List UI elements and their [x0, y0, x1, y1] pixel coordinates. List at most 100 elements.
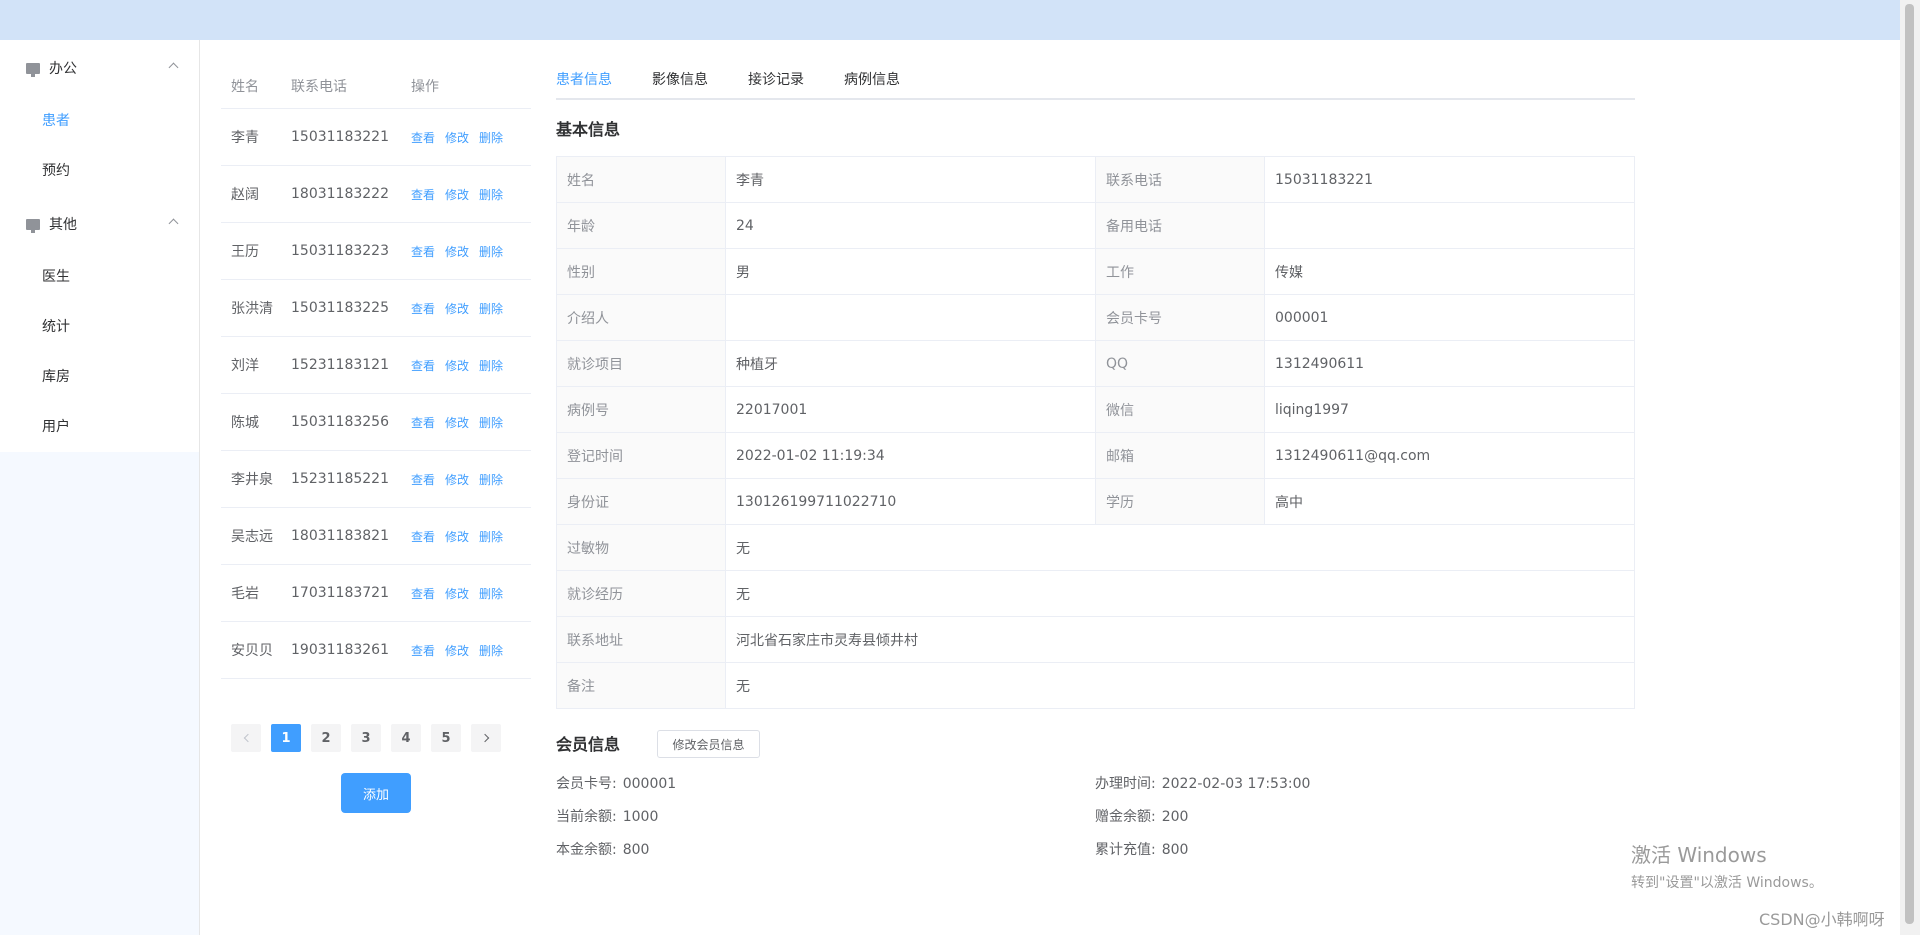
- info-label: 年龄: [556, 202, 726, 249]
- patient-name: 吴志远: [231, 529, 273, 545]
- edit-link[interactable]: 修改: [445, 300, 469, 317]
- info-row: 身份证 130126199711022710 学历 高中: [556, 478, 1635, 525]
- edit-link[interactable]: 修改: [445, 414, 469, 431]
- member-gift-label: 赠金余额:: [1095, 809, 1156, 825]
- info-row: 登记时间 2022-01-02 11:19:34 邮箱 1312490611@qq.c…: [556, 432, 1635, 479]
- add-patient-button[interactable]: 添加: [341, 773, 411, 813]
- patient-table: 姓名 联系电话 操作 李青 15031183221 查看 修改 删除 赵阔 18031183…: [221, 63, 531, 679]
- row-actions: 查看 修改 删除: [411, 471, 531, 488]
- page-3-button[interactable]: 3: [351, 724, 381, 752]
- submenu-other[interactable]: 其他: [0, 196, 199, 252]
- view-link[interactable]: 查看: [411, 642, 435, 659]
- edit-link[interactable]: 修改: [445, 528, 469, 545]
- info-value: 1312490611: [1264, 340, 1635, 387]
- view-link[interactable]: 查看: [411, 414, 435, 431]
- info-label: 联系电话: [1095, 156, 1265, 203]
- row-actions: 查看 修改 删除: [411, 186, 531, 203]
- patient-phone: 17031183721: [291, 585, 389, 601]
- edit-member-button[interactable]: 修改会员信息: [657, 730, 760, 758]
- edit-link[interactable]: 修改: [445, 243, 469, 260]
- page-4-button[interactable]: 4: [391, 724, 421, 752]
- sidebar-item-warehouse[interactable]: 库房: [0, 352, 199, 402]
- info-label: 邮箱: [1095, 432, 1265, 479]
- chevron-right-icon: [480, 733, 489, 743]
- patient-phone: 15231183121: [291, 357, 389, 373]
- tab-patient-info[interactable]: 患者信息: [556, 66, 612, 100]
- view-link[interactable]: 查看: [411, 243, 435, 260]
- patient-name: 李井泉: [231, 472, 273, 488]
- sidebar-item-doctor[interactable]: 医生: [0, 252, 199, 302]
- table-row: 赵阔 18031183222 查看 修改 删除: [221, 166, 531, 223]
- patient-phone: 15031183256: [291, 414, 389, 430]
- basic-info-title: 基本信息: [556, 120, 621, 139]
- info-label: 登记时间: [556, 432, 726, 479]
- delete-link[interactable]: 删除: [479, 528, 503, 545]
- top-header-bar: [0, 0, 1900, 40]
- sidebar-menu: 办公 患者 预约 其他 医生 统计 库房 用户: [0, 40, 199, 452]
- member-card-no: 会员卡号: 000001: [556, 773, 676, 793]
- info-value: 传媒: [1264, 248, 1635, 295]
- page-scrollbar[interactable]: [1900, 0, 1920, 935]
- view-link[interactable]: 查看: [411, 186, 435, 203]
- prev-page-button[interactable]: [231, 724, 261, 752]
- tab-visit-records[interactable]: 接诊记录: [748, 66, 804, 100]
- member-principal-value: 800: [622, 842, 650, 858]
- view-link[interactable]: 查看: [411, 357, 435, 374]
- view-link[interactable]: 查看: [411, 300, 435, 317]
- table-row: 吴志远 18031183821 查看 修改 删除: [221, 508, 531, 565]
- delete-link[interactable]: 删除: [479, 414, 503, 431]
- edit-link[interactable]: 修改: [445, 129, 469, 146]
- patient-name: 王历: [231, 244, 259, 260]
- delete-link[interactable]: 删除: [479, 300, 503, 317]
- info-row-wide: 就诊经历无: [556, 570, 1635, 617]
- view-link[interactable]: 查看: [411, 471, 435, 488]
- edit-link[interactable]: 修改: [445, 471, 469, 488]
- patient-phone: 18031183222: [291, 186, 389, 202]
- delete-link[interactable]: 删除: [479, 471, 503, 488]
- page-2-button[interactable]: 2: [311, 724, 341, 752]
- info-value: 无: [725, 662, 1635, 709]
- delete-link[interactable]: 删除: [479, 186, 503, 203]
- info-value: 15031183221: [1264, 156, 1635, 203]
- delete-link[interactable]: 删除: [479, 129, 503, 146]
- edit-link[interactable]: 修改: [445, 357, 469, 374]
- info-value: [725, 294, 1096, 341]
- info-label: QQ: [1095, 340, 1265, 387]
- pagination: 1 2 3 4 5: [231, 724, 501, 752]
- info-row: 就诊项目 种植牙 QQ 1312490611: [556, 340, 1635, 387]
- edit-link[interactable]: 修改: [445, 585, 469, 602]
- view-link[interactable]: 查看: [411, 528, 435, 545]
- patient-name: 李青: [231, 130, 259, 146]
- sidebar-item-patient[interactable]: 患者: [0, 96, 199, 146]
- patient-phone: 18031183821: [291, 528, 389, 544]
- tab-case-info[interactable]: 病例信息: [844, 66, 900, 100]
- edit-link[interactable]: 修改: [445, 642, 469, 659]
- sidebar-item-user[interactable]: 用户: [0, 402, 199, 452]
- submenu-other-label: 其他: [49, 217, 77, 233]
- member-handle-time-value: 2022-02-03 17:53:00: [1161, 776, 1311, 792]
- info-value: [1264, 202, 1635, 249]
- sidebar-item-statistics[interactable]: 统计: [0, 302, 199, 352]
- sidebar-item-appointment[interactable]: 预约: [0, 146, 199, 196]
- delete-link[interactable]: 删除: [479, 585, 503, 602]
- tab-image-info[interactable]: 影像信息: [652, 66, 708, 100]
- info-value: 1312490611@qq.com: [1264, 432, 1635, 479]
- patient-name: 赵阔: [231, 187, 259, 203]
- view-link[interactable]: 查看: [411, 585, 435, 602]
- delete-link[interactable]: 删除: [479, 357, 503, 374]
- view-link[interactable]: 查看: [411, 129, 435, 146]
- watermark-line2: 转到"设置"以激活 Windows。: [1631, 875, 1823, 891]
- page-1-button[interactable]: 1: [271, 724, 301, 752]
- submenu-office[interactable]: 办公: [0, 40, 199, 96]
- delete-link[interactable]: 删除: [479, 642, 503, 659]
- info-label: 姓名: [556, 156, 726, 203]
- page-5-button[interactable]: 5: [431, 724, 461, 752]
- info-label: 微信: [1095, 386, 1265, 433]
- edit-link[interactable]: 修改: [445, 186, 469, 203]
- next-page-button[interactable]: [471, 724, 501, 752]
- delete-link[interactable]: 删除: [479, 243, 503, 260]
- scrollbar-thumb[interactable]: [1905, 4, 1914, 924]
- member-balance: 当前余额: 1000: [556, 806, 658, 826]
- table-row: 刘洋 15231183121 查看 修改 删除: [221, 337, 531, 394]
- info-value: 000001: [1264, 294, 1635, 341]
